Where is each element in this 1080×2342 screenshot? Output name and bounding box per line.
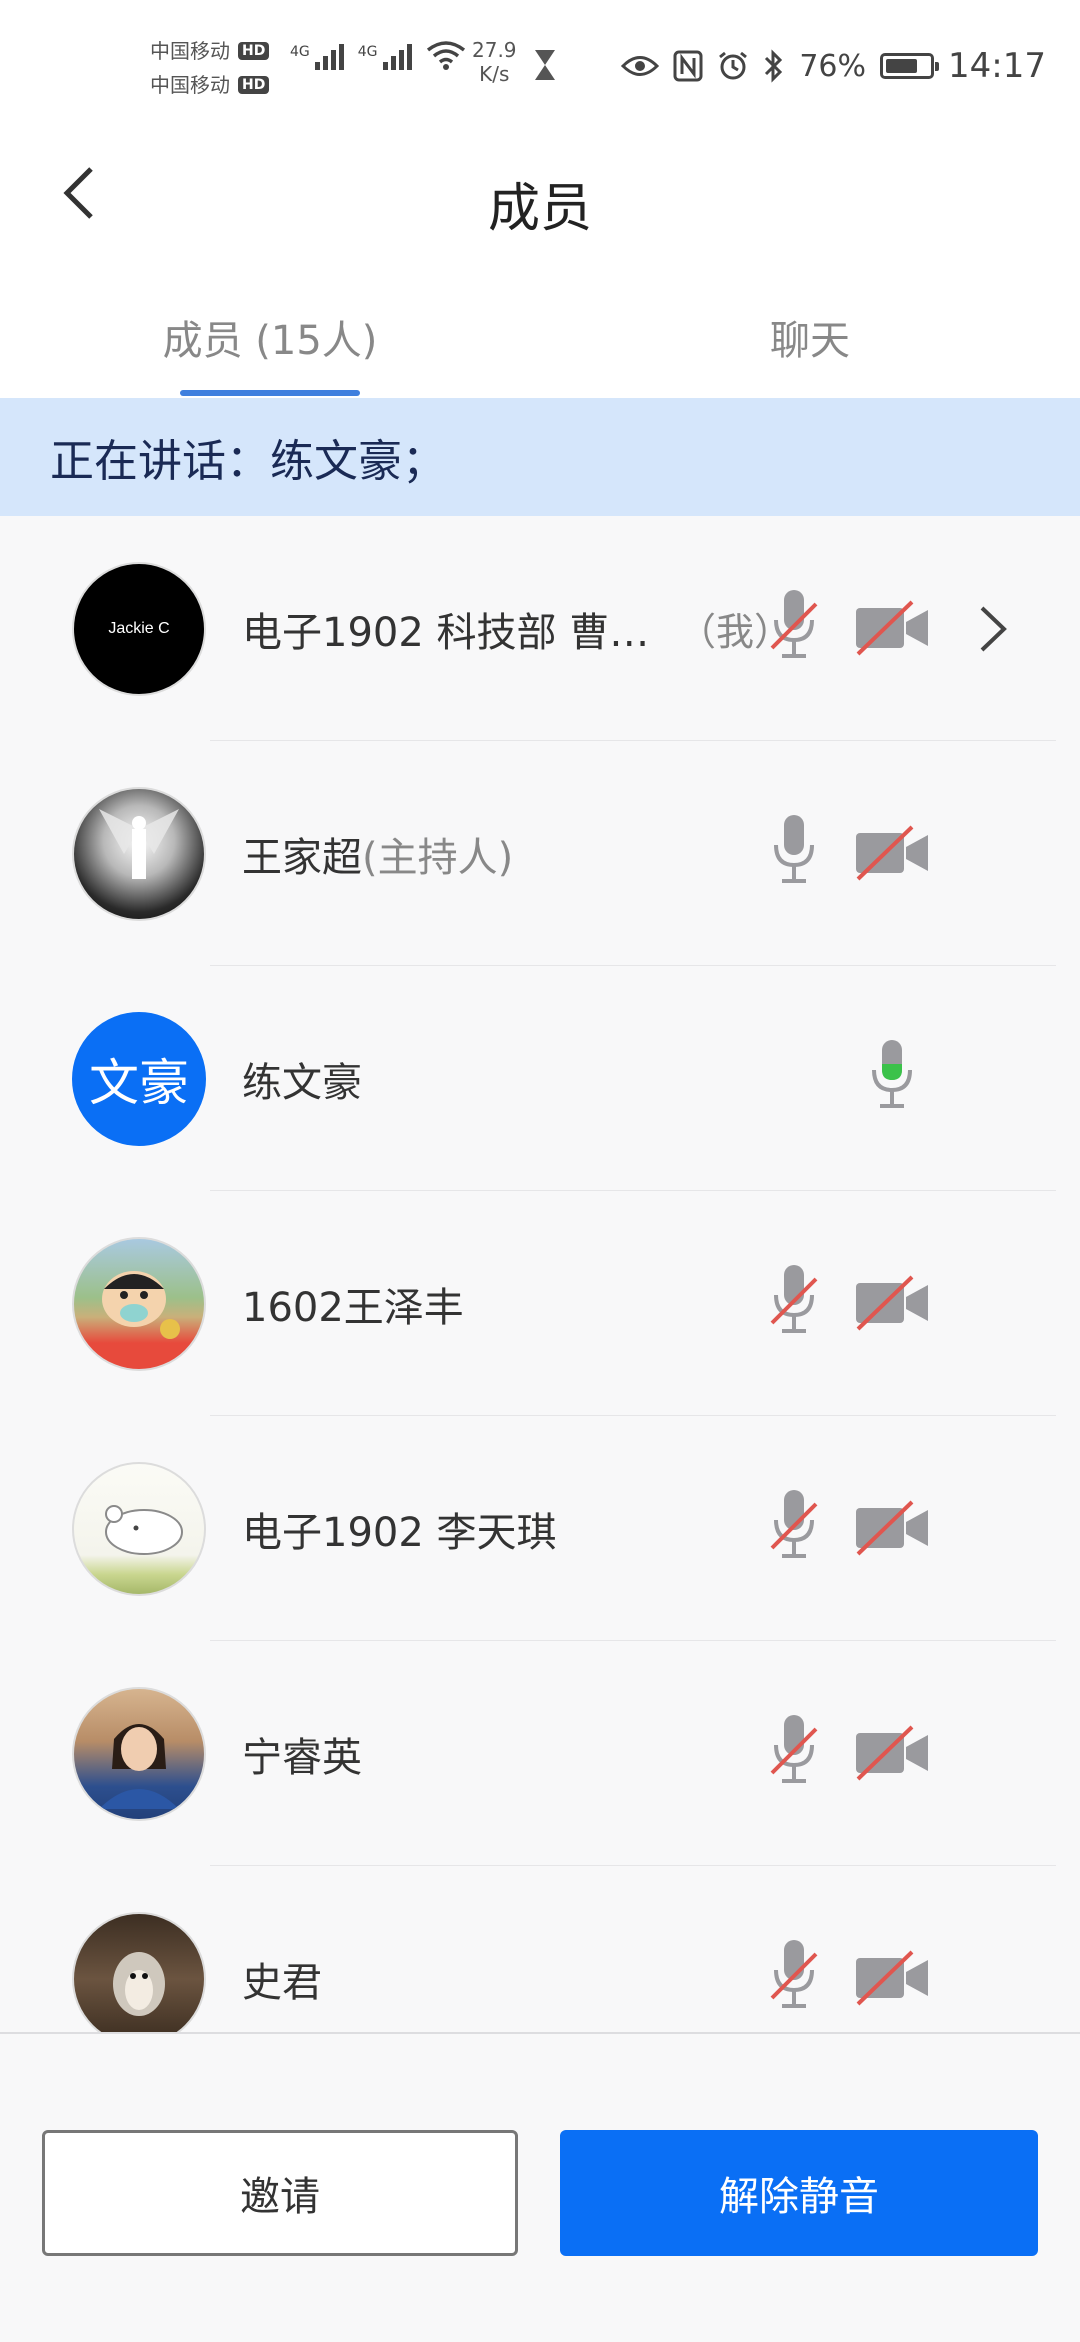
member-row[interactable]: 文豪 练文豪 — [0, 966, 1080, 1191]
member-name-text: 1602王泽丰 — [242, 1284, 464, 1331]
bluetooth-icon — [765, 49, 783, 83]
camera-off-icon[interactable] — [854, 1725, 930, 1781]
member-name: 练文豪 — [242, 966, 362, 1191]
app-header: 成员 — [0, 130, 1080, 260]
invite-button[interactable]: 邀请 — [42, 2130, 518, 2256]
member-name-text: 宁睿英 — [242, 1734, 362, 1781]
eye-comfort-icon — [621, 56, 660, 76]
tab-bar: 成员 (15人) 聊天 — [0, 260, 1080, 398]
member-name-text: 王家超 — [242, 834, 362, 881]
camera-off-icon[interactable] — [854, 1500, 930, 1556]
signal-strength-icon: 4G — [358, 44, 412, 70]
bottom-action-bar: 邀请 解除静音 — [0, 2032, 1080, 2342]
carrier-2-label: 中国移动 — [150, 73, 230, 97]
wifi-icon — [426, 41, 465, 70]
mic-muted-icon[interactable] — [768, 586, 820, 666]
clock-time: 14:17 — [948, 46, 1046, 86]
hd-badge: HD — [238, 76, 270, 94]
tab-members[interactable]: 成员 (15人) — [0, 260, 540, 398]
member-name: 1602王泽丰 — [242, 1191, 464, 1416]
tab-chat[interactable]: 聊天 — [540, 260, 1080, 398]
speaking-banner: 正在讲话：练文豪； — [0, 398, 1080, 516]
signal-strength-icon: 4G — [290, 44, 344, 70]
member-name-text: 史君 — [242, 1959, 322, 2006]
mic-icon[interactable] — [768, 811, 820, 891]
avatar — [72, 1237, 206, 1371]
battery-icon — [880, 53, 940, 79]
member-list: Jackie C 电子1902 科技部 曹… （我） 王家超 (主持人) 文豪 … — [0, 516, 1080, 2032]
mic-muted-icon[interactable] — [768, 1261, 820, 1341]
member-name: 电子1902 科技部 曹… — [242, 516, 649, 741]
speaking-text: 正在讲话：练文豪； — [50, 436, 446, 487]
member-name-text: 练文豪 — [242, 1059, 362, 1106]
status-right: 76% 14:17 — [621, 46, 1046, 86]
avatar — [72, 1687, 206, 1821]
chevron-right-icon[interactable] — [972, 602, 1012, 656]
hedgehog-image — [113, 1952, 165, 2016]
unmute-button[interactable]: 解除静音 — [560, 2130, 1038, 2256]
network-speed-value: 27.9 — [472, 38, 517, 62]
network-type-label: 4G — [290, 44, 310, 60]
mic-speaking-icon[interactable] — [866, 1036, 918, 1116]
member-row[interactable]: 史君 — [0, 1866, 1080, 2032]
host-role-label: (主持人) — [362, 834, 514, 881]
avatar — [72, 787, 206, 921]
member-name: 史君 — [242, 1866, 322, 2032]
member-row[interactable]: 王家超 (主持人) — [0, 741, 1080, 966]
avatar — [72, 1462, 206, 1596]
alarm-icon — [719, 51, 748, 80]
member-name: 电子1902 李天琪 — [242, 1416, 557, 1641]
mic-muted-icon[interactable] — [768, 1936, 820, 2016]
battery-percent: 76% — [799, 48, 867, 84]
network-speed: 27.9 K/s — [472, 38, 517, 86]
network-speed-unit: K/s — [479, 62, 510, 86]
hourglass-icon — [535, 50, 555, 80]
camera-off-icon[interactable] — [854, 600, 930, 656]
person-photo-image — [99, 1724, 179, 1809]
camera-off-icon[interactable] — [854, 825, 930, 881]
hd-badge: HD — [238, 42, 270, 60]
avatar: 文豪 — [72, 1012, 206, 1146]
carrier-info: 中国移动 HD 中国移动 HD — [150, 34, 270, 102]
avatar-initials: 文豪 — [89, 1054, 189, 1112]
member-row[interactable]: 电子1902 李天琪 — [0, 1416, 1080, 1641]
member-name: 宁睿英 — [242, 1641, 362, 1866]
member-name: 王家超 (主持人) — [242, 741, 513, 966]
member-name-text: 电子1902 李天琪 — [242, 1509, 557, 1556]
carrier-1-label: 中国移动 — [150, 39, 230, 63]
avatar: Jackie C — [72, 562, 206, 696]
network-type-label: 4G — [357, 44, 378, 60]
mic-muted-icon[interactable] — [768, 1711, 820, 1791]
member-row[interactable]: 1602王泽丰 — [0, 1191, 1080, 1416]
avatar-label: Jackie C — [108, 620, 170, 637]
cartoon-animal-image — [105, 1505, 183, 1555]
active-tab-indicator — [180, 390, 360, 396]
member-row[interactable]: Jackie C 电子1902 科技部 曹… （我） — [0, 516, 1080, 741]
camera-off-icon[interactable] — [854, 1950, 930, 2006]
mic-muted-icon[interactable] — [768, 1486, 820, 1566]
status-bar: 中国移动 HD 中国移动 HD 4G 4G 27.9 K/s 76% 14:17 — [0, 0, 1080, 130]
angel-figure-image — [99, 809, 179, 879]
member-row[interactable]: 宁睿英 — [0, 1641, 1080, 1866]
member-name-text: 电子1902 科技部 曹… — [242, 609, 650, 656]
nfc-icon — [673, 50, 703, 82]
page-title: 成员 — [487, 179, 592, 239]
cartoon-character-image — [102, 1271, 180, 1339]
avatar — [72, 1912, 206, 2032]
signal-icons: 4G 4G — [290, 40, 466, 70]
camera-off-icon[interactable] — [854, 1275, 930, 1331]
